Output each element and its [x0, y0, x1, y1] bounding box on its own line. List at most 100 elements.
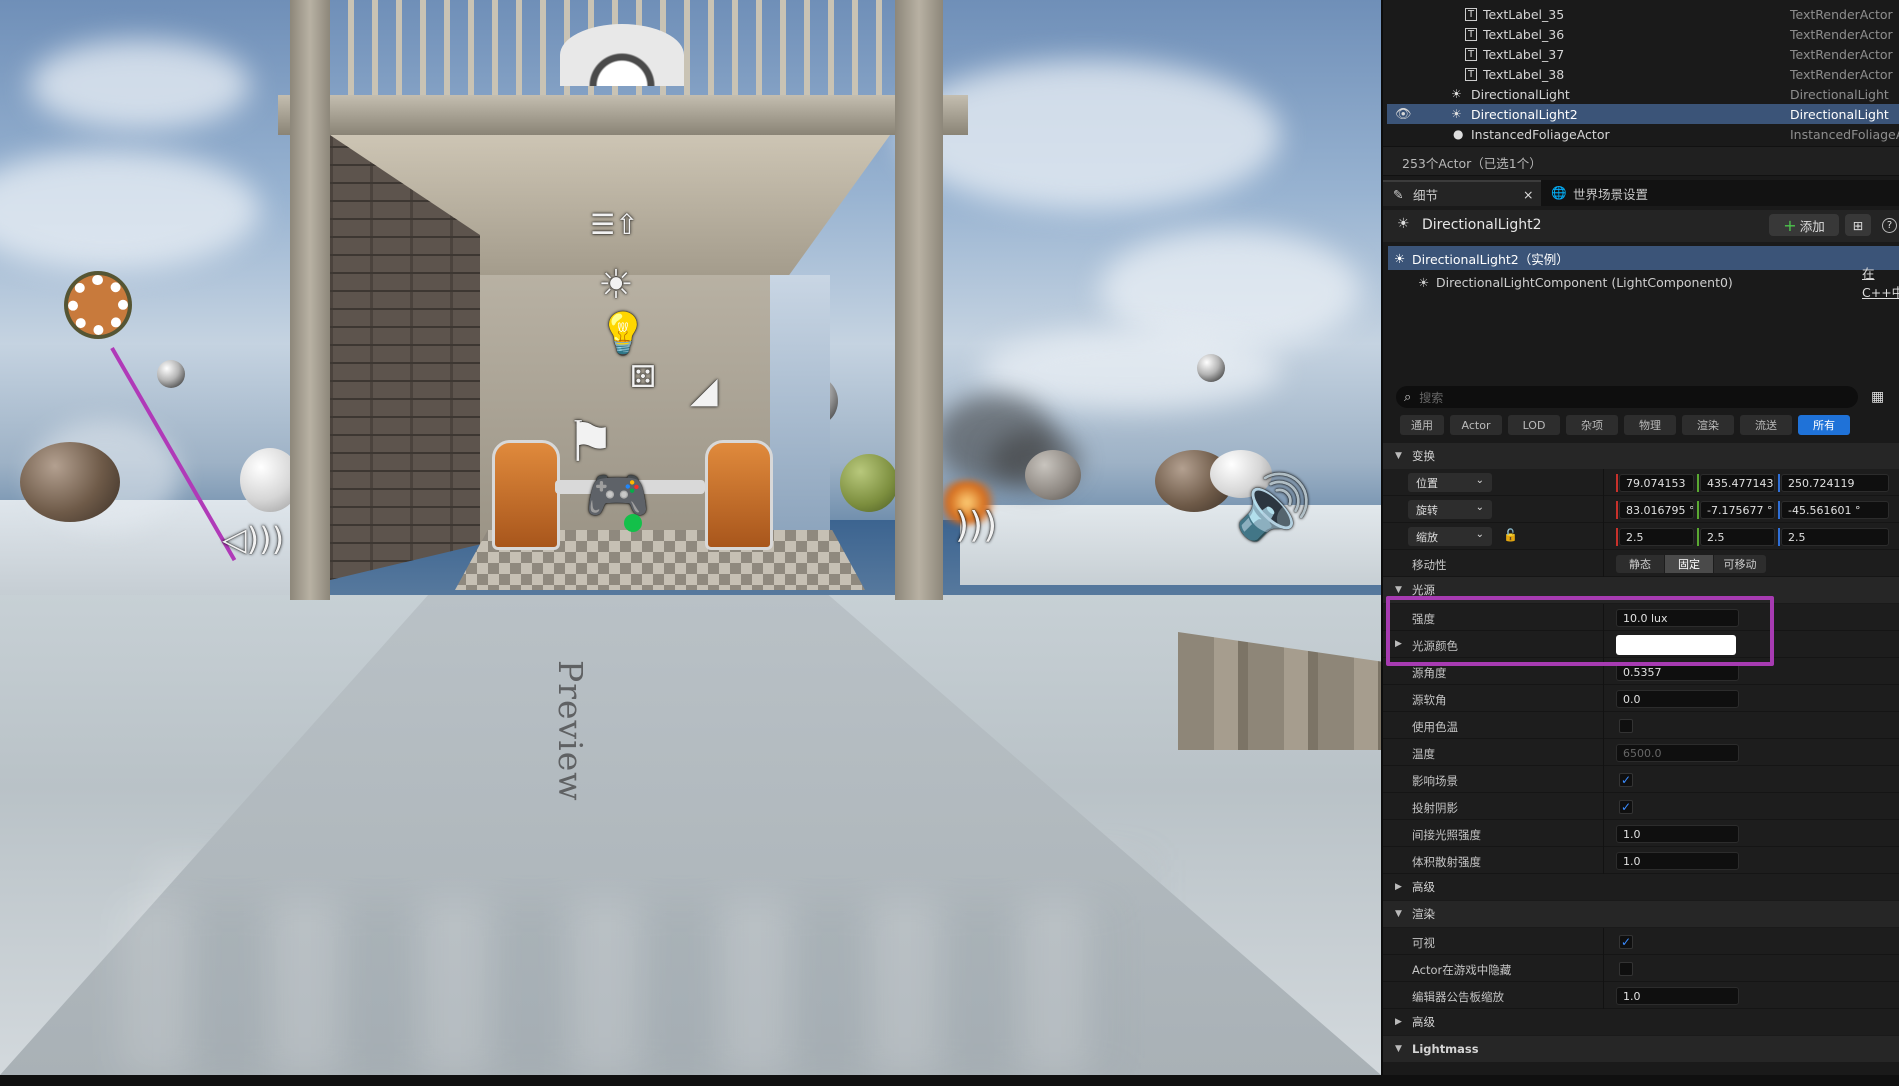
- outliner-row[interactable]: T TextLabel_35 TextRenderActor: [1387, 4, 1899, 24]
- left-pillar: [290, 0, 330, 600]
- section-rendering[interactable]: ▼ 渲染: [1383, 901, 1899, 927]
- location-x-field[interactable]: 79.074153: [1619, 474, 1694, 492]
- text-render-icon: T: [1465, 7, 1478, 21]
- location-y-field[interactable]: 435.477143: [1700, 474, 1775, 492]
- expand-arrow-icon: ▶: [1395, 1017, 1402, 1027]
- prop-cast-shadows: 投射阴影 ✓: [1383, 793, 1899, 820]
- visible-checkbox[interactable]: ✓: [1619, 935, 1633, 949]
- audio-source-icon: ◁))): [222, 520, 285, 558]
- blueprint-button[interactable]: ⊞: [1845, 214, 1871, 236]
- hidden-in-game-label: Actor在游戏中隐藏: [1412, 963, 1512, 977]
- prop-mobility: 移动性 静态 固定 可移动: [1383, 550, 1899, 577]
- filter-misc[interactable]: 杂项: [1566, 415, 1618, 435]
- checkmark-icon: ✓: [1620, 935, 1632, 949]
- volumetric-intensity-label: 体积散射强度: [1412, 855, 1481, 869]
- prop-hidden-in-game: Actor在游戏中隐藏: [1383, 955, 1899, 982]
- y-axis-marker: [1697, 528, 1699, 546]
- sky-light-icon: ☀: [598, 262, 634, 308]
- outliner-row[interactable]: ● InstancedFoliageActor InstancedFoliage…: [1387, 124, 1899, 144]
- affects-world-label: 影响场景: [1412, 774, 1458, 788]
- window: [770, 275, 830, 545]
- section-transform[interactable]: ▼ 变换: [1383, 443, 1899, 469]
- rotation-z-field[interactable]: -45.561601 °: [1781, 501, 1889, 519]
- help-icon[interactable]: ?: [1882, 218, 1897, 233]
- location-z-field[interactable]: 250.724119: [1781, 474, 1889, 492]
- prop-location: 位置 ⌄ 79.074153 435.477143 250.724119: [1383, 469, 1899, 496]
- roof-beam: [278, 95, 968, 135]
- visibility-eye-icon[interactable]: 👁: [1395, 107, 1412, 122]
- filter-lod[interactable]: LOD: [1508, 415, 1560, 435]
- section-label: 渲染: [1412, 907, 1435, 921]
- section-lightmass[interactable]: ▼ Lightmass: [1383, 1036, 1899, 1062]
- directional-light-icon: ☀: [1397, 216, 1410, 232]
- hidden-in-game-checkbox[interactable]: [1619, 962, 1633, 976]
- close-icon[interactable]: ×: [1523, 187, 1533, 202]
- actor-name: InstancedFoliageActor: [1471, 126, 1610, 142]
- filter-actor[interactable]: Actor: [1450, 415, 1502, 435]
- mobility-stationary-button[interactable]: 固定: [1665, 555, 1713, 573]
- prop-source-soft-angle: 源软角 0.0: [1383, 685, 1899, 712]
- section-label: 高级: [1412, 1015, 1435, 1029]
- details-search-input[interactable]: ⌕ 搜索: [1396, 386, 1858, 408]
- scale-z-field[interactable]: 2.5: [1781, 528, 1889, 546]
- directional-light-icon: ☀: [1451, 107, 1462, 121]
- divider: [1603, 820, 1604, 847]
- filter-all[interactable]: 所有: [1798, 415, 1850, 435]
- section-label: 高级: [1412, 880, 1435, 894]
- filter-general[interactable]: 通用: [1400, 415, 1444, 435]
- filter-rendering[interactable]: 渲染: [1682, 415, 1734, 435]
- mobility-movable-button[interactable]: 可移动: [1714, 555, 1766, 573]
- filter-physics[interactable]: 物理: [1624, 415, 1676, 435]
- divider: [1603, 928, 1604, 955]
- text-render-icon: T: [1465, 27, 1478, 41]
- scale-dropdown[interactable]: 缩放 ⌄: [1408, 527, 1492, 546]
- prop-billboard-scale: 编辑器公告板缩放 1.0: [1383, 982, 1899, 1009]
- actor-count-text: 253个Actor（已选1个）: [1383, 146, 1899, 176]
- tab-details[interactable]: ✎ 细节 ×: [1383, 180, 1541, 206]
- level-viewport[interactable]: ◁))) ))) 🔊 ☰⇧ ☀ 💡 ⚄ ◢ ⚑ 🎮 Preview: [0, 0, 1381, 1075]
- scale-y-field[interactable]: 2.5: [1700, 528, 1775, 546]
- cloud: [0, 150, 260, 270]
- z-axis-marker: [1778, 474, 1780, 492]
- actor-title: DirectionalLight2: [1422, 217, 1542, 233]
- divider: [1603, 523, 1604, 550]
- component-instance-row[interactable]: ☀ DirectionalLight2（实例）: [1388, 246, 1899, 270]
- add-component-button[interactable]: + 添加: [1769, 214, 1839, 236]
- cpp-link[interactable]: 在C++中: [1862, 263, 1899, 301]
- filter-streaming[interactable]: 流送: [1740, 415, 1792, 435]
- use-temperature-checkbox[interactable]: [1619, 719, 1633, 733]
- status-bar: [0, 1075, 1899, 1086]
- volumetric-intensity-field[interactable]: 1.0: [1616, 852, 1739, 870]
- outliner-row-selected[interactable]: 👁 ☀ DirectionalLight2 DirectionalLight: [1387, 104, 1899, 124]
- indirect-intensity-field[interactable]: 1.0: [1616, 825, 1739, 843]
- grid-view-icon[interactable]: ▦: [1871, 389, 1884, 405]
- rotation-dropdown[interactable]: 旋转 ⌄: [1408, 500, 1492, 519]
- chevron-down-icon: ⌄: [1475, 529, 1484, 540]
- location-dropdown[interactable]: 位置 ⌄: [1408, 473, 1492, 492]
- actor-type: InstancedFoliageActor: [1790, 126, 1899, 142]
- cast-shadows-checkbox[interactable]: ✓: [1619, 800, 1633, 814]
- outliner-row[interactable]: T TextLabel_38 TextRenderActor: [1387, 64, 1899, 84]
- affects-world-checkbox[interactable]: ✓: [1619, 773, 1633, 787]
- temperature-field[interactable]: 6500.0: [1616, 744, 1739, 762]
- tab-world-settings[interactable]: 🌐 世界场景设置: [1551, 180, 1691, 206]
- section-advanced[interactable]: ▶ 高级: [1383, 1009, 1899, 1035]
- scale-x-field[interactable]: 2.5: [1619, 528, 1694, 546]
- prop-scale: 缩放 ⌄ 🔓 2.5 2.5 2.5: [1383, 523, 1899, 550]
- lock-icon[interactable]: 🔓: [1503, 528, 1518, 542]
- indirect-intensity-label: 间接光照强度: [1412, 828, 1481, 842]
- source-soft-angle-field[interactable]: 0.0: [1616, 690, 1739, 708]
- outliner-row[interactable]: T TextLabel_36 TextRenderActor: [1387, 24, 1899, 44]
- rotation-x-field[interactable]: 83.016795 °: [1619, 501, 1694, 519]
- directional-light-icon[interactable]: [68, 275, 128, 335]
- z-axis-marker: [1778, 501, 1780, 519]
- rotation-y-field[interactable]: -7.175677 °: [1700, 501, 1775, 519]
- outliner-row[interactable]: ☀ DirectionalLight DirectionalLight: [1387, 84, 1899, 104]
- component-row[interactable]: ☀ DirectionalLightComponent (LightCompon…: [1388, 266, 1899, 300]
- divider: [1603, 469, 1604, 496]
- section-advanced[interactable]: ▶ 高级: [1383, 874, 1899, 900]
- billboard-scale-field[interactable]: 1.0: [1616, 987, 1739, 1005]
- outliner-row[interactable]: T TextLabel_37 TextRenderActor: [1387, 44, 1899, 64]
- mobility-static-button[interactable]: 静态: [1616, 555, 1664, 573]
- chair: [492, 440, 560, 550]
